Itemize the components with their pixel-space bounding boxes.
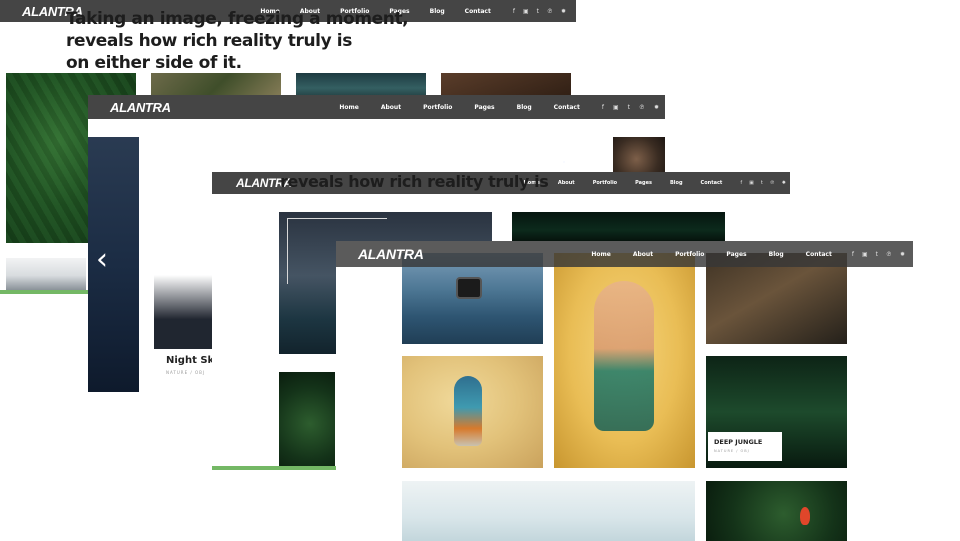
kingfisher-figure <box>454 376 482 446</box>
instagram-icon[interactable]: ▣ <box>749 180 754 186</box>
menu-item-contact[interactable]: Contact <box>806 251 832 258</box>
screenshot-layer-4: ALANTRA Home About Portfolio Pages Blog … <box>336 241 913 541</box>
navbar: ALANTRA Home About Portfolio Pages Blog … <box>88 95 665 119</box>
menu-item-portfolio[interactable]: Portfolio <box>423 104 452 111</box>
gallery-caption-title: DEEP JUNGLE <box>714 438 763 446</box>
menu-item-pages[interactable]: Pages <box>635 180 652 186</box>
twitter-icon[interactable]: t <box>537 8 539 15</box>
facebook-icon[interactable]: f <box>852 251 854 258</box>
dribbble-icon[interactable]: ✹ <box>561 8 566 15</box>
facebook-icon[interactable]: f <box>513 8 515 15</box>
menu-item-blog[interactable]: Blog <box>430 8 445 15</box>
hero-headline-line-2: reveals how rich reality truly is <box>280 172 549 191</box>
hero-headline-line-3: on either side of it. <box>66 53 242 73</box>
instagram-icon[interactable]: ▣ <box>523 8 529 15</box>
site-logo[interactable]: ALANTRA <box>358 246 424 262</box>
red-flower <box>800 507 810 525</box>
main-menu: Home About Portfolio Pages Blog Contact <box>339 104 579 111</box>
hero-headline-line-2: reveals how rich reality truly is <box>66 31 352 51</box>
instagram-icon[interactable]: ▣ <box>613 104 619 111</box>
menu-item-blog[interactable]: Blog <box>517 104 532 111</box>
gallery-caption: DEEP JUNGLE NATURE / OBJ <box>708 432 782 461</box>
social-links: f ▣ t ℗ ✹ <box>602 104 659 111</box>
red-flowers-photo[interactable] <box>706 481 847 541</box>
snowy-trees-photo[interactable] <box>6 258 86 290</box>
menu-item-contact[interactable]: Contact <box>554 104 580 111</box>
menu-item-pages[interactable]: Pages <box>474 104 494 111</box>
portrait-figure <box>594 281 654 431</box>
pinterest-icon[interactable]: ℗ <box>639 104 645 111</box>
dribbble-icon[interactable]: ✹ <box>654 104 659 111</box>
site-logo[interactable]: ALANTRA <box>110 100 171 115</box>
social-links: f ▣ t ℗ ✹ <box>740 180 786 186</box>
dribbble-icon[interactable]: ✹ <box>900 251 905 258</box>
navbar: ALANTRA Home About Portfolio Pages Blog … <box>336 241 913 267</box>
menu-item-portfolio[interactable]: Portfolio <box>675 251 704 258</box>
instagram-icon[interactable]: ▣ <box>862 251 868 258</box>
menu-item-about[interactable]: About <box>633 251 653 258</box>
slide-next-photo[interactable] <box>613 137 665 177</box>
menu-item-home[interactable]: Home <box>339 104 358 111</box>
menu-item-portfolio[interactable]: Portfolio <box>593 180 617 186</box>
menu-item-contact[interactable]: Contact <box>701 180 723 186</box>
main-menu: Home About Portfolio Pages Blog Contact <box>524 180 723 186</box>
pinterest-icon[interactable]: ℗ <box>770 180 775 186</box>
social-links: f ▣ t ℗ ✹ <box>513 8 566 15</box>
dark-forest-photo[interactable] <box>512 212 725 242</box>
menu-item-about[interactable]: About <box>558 180 575 186</box>
menu-item-about[interactable]: About <box>381 104 401 111</box>
menu-item-home[interactable]: Home <box>591 251 610 258</box>
plants-photo[interactable] <box>279 372 335 466</box>
twitter-icon[interactable]: t <box>761 180 763 186</box>
frame-line <box>287 218 387 219</box>
menu-item-blog[interactable]: Blog <box>769 251 784 258</box>
menu-item-pages[interactable]: Pages <box>726 251 746 258</box>
progress-bar <box>0 290 90 294</box>
facebook-icon[interactable]: f <box>740 180 742 186</box>
frame-line-vertical <box>287 218 288 284</box>
bright-sky-photo[interactable] <box>402 481 695 541</box>
pinterest-icon[interactable]: ℗ <box>547 8 553 15</box>
twitter-icon[interactable]: t <box>876 251 878 258</box>
twitter-icon[interactable]: t <box>628 104 630 111</box>
main-menu: Home About Portfolio Pages Blog Contact <box>591 251 831 258</box>
dribbble-icon[interactable]: ✹ <box>782 180 786 186</box>
menu-item-contact[interactable]: Contact <box>465 8 491 15</box>
progress-bar <box>212 466 336 470</box>
pinterest-icon[interactable]: ℗ <box>886 251 892 258</box>
hero-headline-line-1: Taking an image, freezing a moment, <box>66 9 409 29</box>
camera-icon <box>456 277 482 299</box>
facebook-icon[interactable]: f <box>602 104 604 111</box>
menu-item-blog[interactable]: Blog <box>670 180 683 186</box>
social-links: f ▣ t ℗ ✹ <box>852 251 905 258</box>
gallery-caption-subtitle: NATURE / OBJ <box>714 449 750 453</box>
slider-prev-arrow[interactable]: ‹ <box>96 245 108 275</box>
